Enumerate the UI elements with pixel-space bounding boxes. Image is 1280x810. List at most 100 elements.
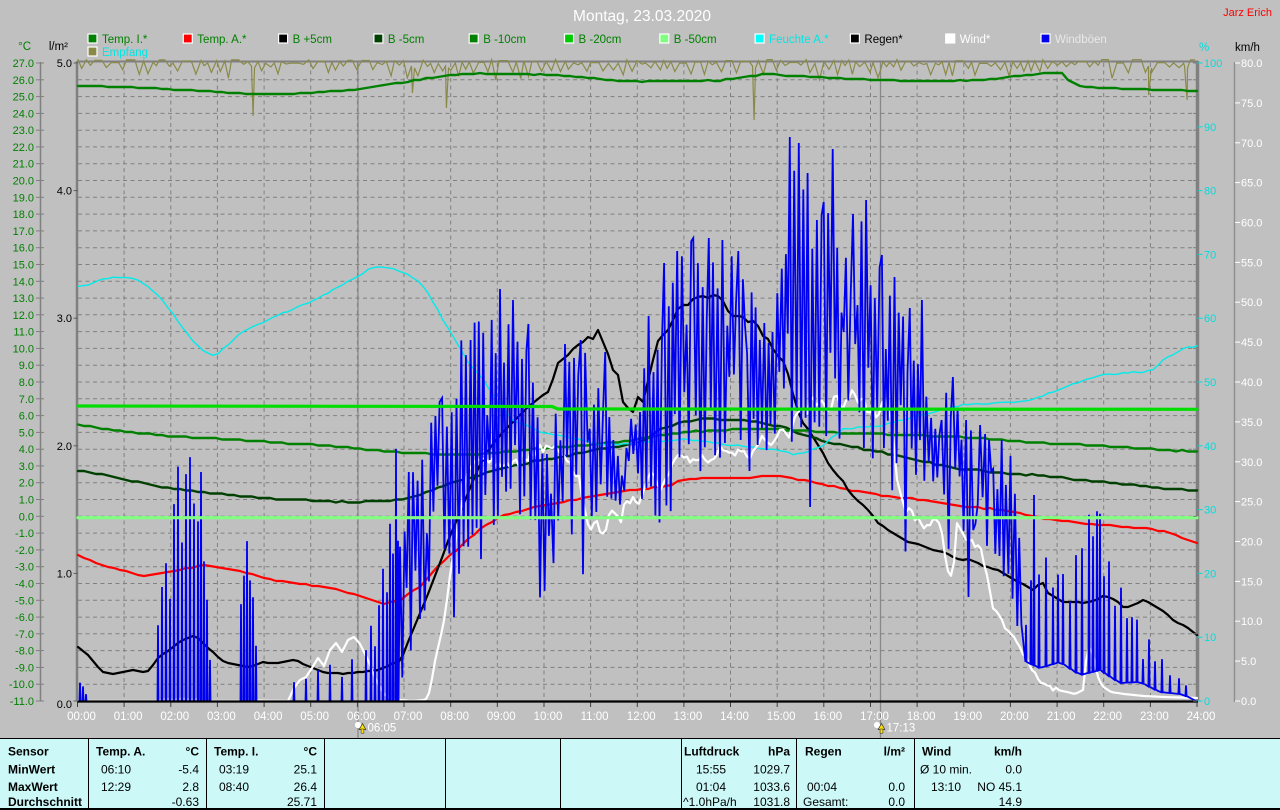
svg-text:3.0: 3.0 [19, 461, 34, 473]
svg-text:0.0: 0.0 [1005, 763, 1022, 777]
svg-text:21.0: 21.0 [13, 159, 34, 171]
svg-text:l/m²: l/m² [49, 41, 68, 53]
svg-text:13:00: 13:00 [674, 711, 703, 723]
svg-text:60: 60 [1204, 313, 1216, 325]
svg-text:14.0: 14.0 [13, 276, 34, 288]
svg-text:25.1: 25.1 [294, 763, 318, 777]
svg-text:22:00: 22:00 [1093, 711, 1122, 723]
svg-text:06:00: 06:00 [347, 711, 376, 723]
svg-text:27.0: 27.0 [13, 58, 34, 70]
svg-text:25.0: 25.0 [13, 92, 34, 104]
svg-text:01:00: 01:00 [114, 711, 143, 723]
svg-text:4.0: 4.0 [19, 444, 34, 456]
svg-text:0.0: 0.0 [57, 699, 72, 711]
svg-text:15.0: 15.0 [1241, 576, 1262, 588]
svg-text:NO 45.1: NO 45.1 [977, 780, 1022, 794]
svg-text:20:00: 20:00 [1000, 711, 1029, 723]
svg-text:-1.0: -1.0 [15, 528, 34, 540]
svg-text:01:04: 01:04 [696, 780, 726, 794]
svg-text:50.0: 50.0 [1241, 297, 1262, 309]
svg-text:70.0: 70.0 [1241, 138, 1262, 150]
svg-text:2.0: 2.0 [57, 441, 72, 453]
svg-text:-8.0: -8.0 [15, 646, 34, 658]
svg-text:20: 20 [1204, 568, 1216, 580]
svg-text:-3.0: -3.0 [15, 562, 34, 574]
svg-text:Feuchte A.*: Feuchte A.* [769, 34, 829, 46]
svg-text:km/h: km/h [1235, 42, 1260, 54]
svg-text:B -50cm: B -50cm [674, 34, 717, 46]
svg-text:Empfang: Empfang [102, 47, 148, 59]
svg-text:25.0: 25.0 [1241, 497, 1262, 509]
svg-text:22.0: 22.0 [13, 142, 34, 154]
svg-text:18:00: 18:00 [907, 711, 936, 723]
svg-text:10: 10 [1204, 632, 1216, 644]
svg-text:Luftdruck: Luftdruck [684, 745, 740, 759]
svg-text:B -10cm: B -10cm [483, 34, 526, 46]
svg-text:km/h: km/h [994, 745, 1022, 759]
svg-text:0.0: 0.0 [1241, 696, 1256, 708]
svg-text:0.0: 0.0 [888, 780, 905, 794]
svg-text:60.0: 60.0 [1241, 218, 1262, 230]
svg-text:24:00: 24:00 [1187, 711, 1216, 723]
svg-text:3.0: 3.0 [57, 313, 72, 325]
svg-text:40.0: 40.0 [1241, 377, 1262, 389]
svg-text:100: 100 [1204, 58, 1222, 70]
svg-text:8.0: 8.0 [19, 377, 34, 389]
svg-text:0.0: 0.0 [19, 511, 34, 523]
svg-text:08:40: 08:40 [219, 780, 249, 794]
svg-text:6.0: 6.0 [19, 411, 34, 423]
svg-text:B -5cm: B -5cm [388, 34, 424, 46]
svg-text:2.8: 2.8 [182, 780, 199, 794]
svg-text:Temp. I.*: Temp. I.* [102, 34, 148, 46]
svg-text:1031.8: 1031.8 [753, 795, 790, 809]
svg-text:17:00: 17:00 [860, 711, 889, 723]
svg-text:Regen: Regen [805, 745, 842, 759]
svg-text:13:10: 13:10 [931, 780, 961, 794]
svg-text:20.0: 20.0 [13, 176, 34, 188]
svg-text:55.0: 55.0 [1241, 257, 1262, 269]
svg-text:Wind*: Wind* [960, 34, 991, 46]
svg-text:17.0: 17.0 [13, 226, 34, 238]
svg-text:4.0: 4.0 [57, 186, 72, 198]
svg-text:14.9: 14.9 [999, 795, 1023, 809]
svg-text:65.0: 65.0 [1241, 178, 1262, 190]
svg-text:23:00: 23:00 [1140, 711, 1169, 723]
svg-text:45.0: 45.0 [1241, 337, 1262, 349]
svg-text:14:00: 14:00 [720, 711, 749, 723]
svg-text:12:29: 12:29 [101, 780, 131, 794]
svg-text:Temp. A.: Temp. A. [96, 745, 145, 759]
svg-text:1033.6: 1033.6 [753, 780, 790, 794]
svg-text:Ø 10 min.: Ø 10 min. [920, 763, 972, 777]
svg-text:5.0: 5.0 [1241, 656, 1256, 668]
svg-text:-5.4: -5.4 [178, 763, 199, 777]
svg-text:35.0: 35.0 [1241, 417, 1262, 429]
svg-text:75.0: 75.0 [1241, 98, 1262, 110]
svg-text:-4.0: -4.0 [15, 579, 34, 591]
svg-text:12:00: 12:00 [627, 711, 656, 723]
svg-text:B -20cm: B -20cm [579, 34, 622, 46]
svg-text:00:04: 00:04 [807, 780, 837, 794]
svg-text:19.0: 19.0 [13, 192, 34, 204]
svg-text:06:05: 06:05 [368, 723, 397, 735]
svg-text:%: % [1199, 42, 1209, 54]
svg-text:5.0: 5.0 [19, 427, 34, 439]
svg-text:80.0: 80.0 [1241, 58, 1262, 70]
svg-text:24.0: 24.0 [13, 108, 34, 120]
svg-text:7.0: 7.0 [19, 394, 34, 406]
svg-text:Temp. A.*: Temp. A.* [197, 34, 247, 46]
svg-text:10:00: 10:00 [534, 711, 563, 723]
svg-text:Temp. I.: Temp. I. [214, 745, 258, 759]
svg-text:11:00: 11:00 [581, 711, 609, 723]
svg-text:50: 50 [1204, 377, 1216, 389]
svg-text:15:00: 15:00 [767, 711, 796, 723]
svg-text:0.0: 0.0 [888, 795, 905, 809]
svg-text:16:00: 16:00 [813, 711, 842, 723]
svg-text:l/m²: l/m² [884, 745, 905, 759]
svg-text:B +5cm: B +5cm [293, 34, 332, 46]
svg-text:1029.7: 1029.7 [753, 763, 790, 777]
svg-text:09:00: 09:00 [487, 711, 516, 723]
svg-text:Windböen: Windböen [1055, 34, 1107, 46]
svg-text:07:00: 07:00 [394, 711, 423, 723]
svg-text:26.4: 26.4 [294, 780, 318, 794]
svg-text:20.0: 20.0 [1241, 537, 1262, 549]
